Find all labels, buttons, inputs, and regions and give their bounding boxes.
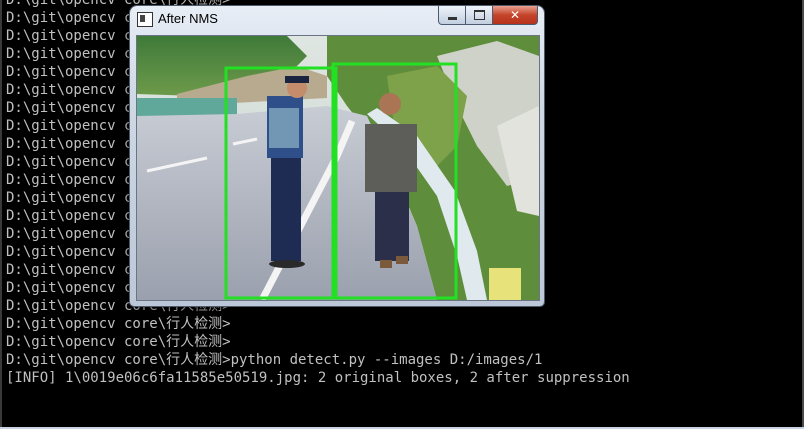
- detection-image: [137, 36, 539, 300]
- minimize-icon: [447, 16, 457, 20]
- left-railing: [137, 98, 237, 116]
- window-app-icon: [137, 12, 153, 27]
- maximize-button[interactable]: [466, 6, 493, 25]
- close-button[interactable]: ✕: [493, 6, 538, 25]
- console-left-edge: [0, 0, 2, 429]
- caption-buttons: ✕: [438, 6, 538, 25]
- image-view: [136, 35, 540, 301]
- close-icon: ✕: [509, 8, 521, 22]
- maximize-icon: [473, 10, 485, 20]
- console-line: D:\git\opencv core\行人检测>python detect.py…: [6, 352, 543, 368]
- after-nms-window[interactable]: After NMS ✕: [130, 6, 544, 306]
- window-title: After NMS: [158, 11, 218, 26]
- minimize-button[interactable]: [438, 6, 466, 25]
- console-line: [INFO] 1\0019e06c6fa11585e50519.jpg: 2 o…: [6, 370, 630, 386]
- console-line: D:\git\opencv core\行人检测>: [6, 334, 231, 350]
- yellow-post: [489, 268, 521, 300]
- console-line: D:\git\opencv core\行人检测>: [6, 316, 231, 332]
- window-titlebar[interactable]: After NMS ✕: [130, 6, 544, 33]
